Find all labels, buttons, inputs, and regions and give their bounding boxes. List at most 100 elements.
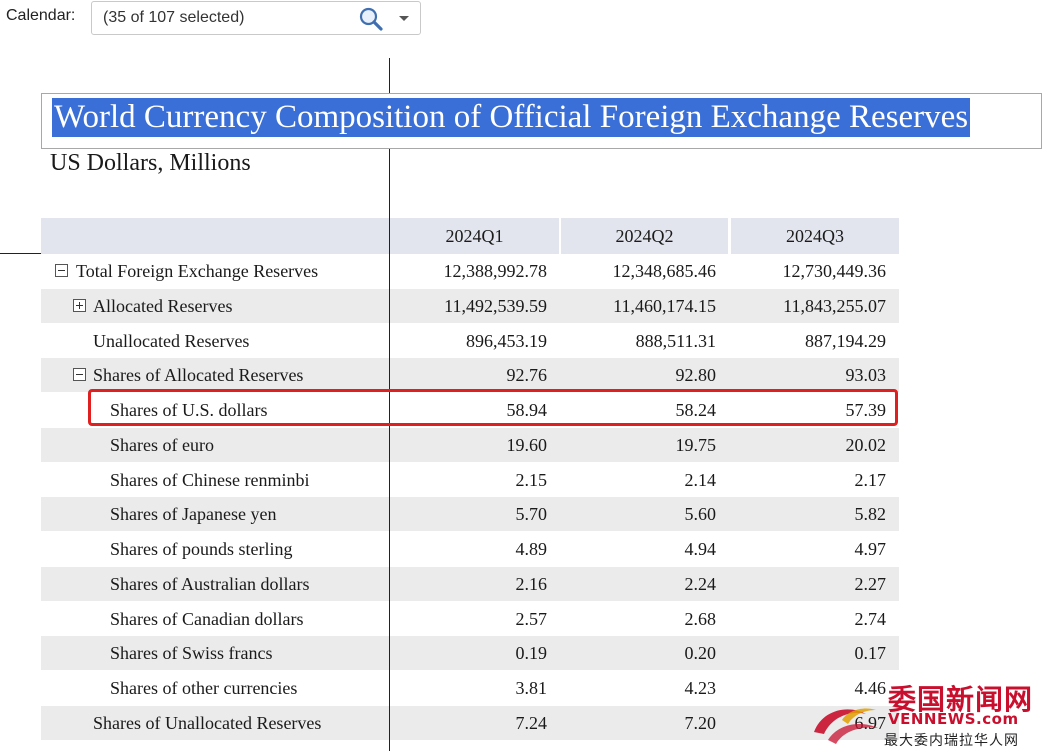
table-cell: 20.02 bbox=[845, 434, 887, 455]
value-cells: 4.89 4.94 4.97 bbox=[390, 532, 899, 567]
report-title-box: World Currency Composition of Official F… bbox=[41, 93, 1042, 149]
table-cell: 4.23 bbox=[684, 678, 717, 698]
calendar-select[interactable]: (35 of 107 selected) bbox=[91, 1, 421, 35]
watermark-url: VENNEWS.com bbox=[888, 710, 1019, 728]
row-header-cell: Allocated Reserves bbox=[41, 288, 389, 324]
row-label: Shares of other currencies bbox=[110, 678, 298, 698]
table-cell: 12,730,449.36 bbox=[782, 261, 887, 281]
row-label: Shares of Unallocated Reserves bbox=[93, 712, 322, 733]
table-cell: 0.17 bbox=[854, 643, 887, 664]
row-header-cell: Shares of Australian dollars bbox=[41, 566, 389, 602]
table-cell: 92.76 bbox=[506, 365, 548, 386]
table-row: Shares of Japanese yen 5.70 5.60 5.82 bbox=[41, 497, 899, 532]
table-row: Shares of Chinese renminbi 2.15 2.14 2.17 bbox=[41, 463, 899, 498]
calendar-selected-value: (35 of 107 selected) bbox=[103, 9, 245, 26]
row-header-cell: Unallocated Reserves bbox=[41, 324, 389, 359]
table-cell: 93.03 bbox=[845, 365, 887, 386]
table-cell: 2.16 bbox=[515, 573, 548, 594]
row-label: Shares of Chinese renminbi bbox=[110, 469, 310, 490]
table-row: Shares of other currencies 3.81 4.23 4.46 bbox=[41, 671, 899, 706]
row-header-cell: Shares of Canadian dollars bbox=[41, 602, 389, 637]
table-cell: 11,843,255.07 bbox=[783, 295, 886, 316]
table-cell: 887,194.29 bbox=[805, 330, 886, 351]
value-cells: 2.15 2.14 2.17 bbox=[390, 463, 899, 498]
row-header-cell: Shares of Swiss francs bbox=[41, 636, 389, 671]
row-label: Shares of euro bbox=[110, 434, 214, 455]
watermark-tagline: 最大委内瑞拉华人网 bbox=[884, 733, 1019, 749]
search-icon[interactable] bbox=[358, 6, 384, 32]
value-cells: 0.19 0.20 0.17 bbox=[390, 636, 899, 671]
table-row: Shares of Canadian dollars 2.57 2.68 2.74 bbox=[41, 602, 899, 637]
watermark-logo: 委国新闻网 VENNEWS.com 最大委内瑞拉华人网 bbox=[808, 676, 1050, 751]
value-cells: 19.60 19.75 20.02 bbox=[390, 427, 899, 463]
table-row: Shares of Australian dollars 2.16 2.24 2.27 bbox=[41, 566, 899, 602]
value-cells: 5.70 5.60 5.82 bbox=[390, 497, 899, 532]
table-cell: 2.27 bbox=[854, 573, 887, 594]
row-header-cell: Shares of Allocated Reserves bbox=[41, 358, 389, 393]
table-cell: 11,492,539.59 bbox=[444, 295, 547, 316]
column-header[interactable]: 2024Q2 bbox=[559, 218, 728, 254]
table-cell: 4.97 bbox=[854, 539, 887, 559]
table-cell: 2.17 bbox=[854, 469, 887, 490]
column-header[interactable]: 2024Q1 bbox=[390, 218, 559, 254]
table-cell: 11,460,174.15 bbox=[613, 295, 716, 316]
row-label: Shares of Australian dollars bbox=[110, 573, 310, 594]
table-row: Shares of Unallocated Reserves 7.24 7.20 6.… bbox=[41, 705, 899, 741]
table-cell: 2.14 bbox=[684, 469, 717, 490]
row-label: Shares of Canadian dollars bbox=[110, 608, 304, 629]
table-cell: 2.68 bbox=[684, 608, 717, 629]
row-header-cell: Shares of other currencies bbox=[41, 671, 389, 706]
table-body: Total Foreign Exchange Reserves 12,388,99… bbox=[41, 254, 899, 741]
row-label: Allocated Reserves bbox=[93, 295, 233, 316]
table-cell: 92.80 bbox=[675, 365, 717, 386]
calendar-label: Calendar: bbox=[6, 7, 76, 24]
row-header-cell: Shares of euro bbox=[41, 427, 389, 463]
table-cell: 5.60 bbox=[684, 504, 717, 525]
table-cell: 12,348,685.46 bbox=[612, 261, 717, 281]
row-label: Shares of Swiss francs bbox=[110, 643, 273, 664]
table-cell: 2.15 bbox=[515, 469, 548, 490]
value-cells: 11,492,539.59 11,460,174.15 11,843,255.07 bbox=[390, 288, 899, 324]
row-label: Total Foreign Exchange Reserves bbox=[76, 261, 319, 281]
value-cells: 896,453.19 888,511.31 887,194.29 bbox=[390, 324, 899, 359]
table-cell: 12,388,992.78 bbox=[443, 261, 548, 281]
expand-icon[interactable] bbox=[73, 298, 86, 312]
table-cell: 2.74 bbox=[854, 608, 887, 629]
table-row: Shares of pounds sterling 4.89 4.94 4.97 bbox=[41, 532, 899, 567]
value-cells: 2.16 2.24 2.27 bbox=[390, 566, 899, 602]
value-cells: 92.76 92.80 93.03 bbox=[390, 358, 899, 393]
table-row: Shares of Swiss francs 0.19 0.20 0.17 bbox=[41, 636, 899, 671]
table-cell: 5.82 bbox=[854, 504, 887, 525]
value-cells: 2.57 2.68 2.74 bbox=[390, 602, 899, 637]
row-header-cell: Shares of Japanese yen bbox=[41, 497, 389, 532]
swirl-logo-icon bbox=[814, 708, 878, 744]
column-header[interactable]: 2024Q3 bbox=[729, 218, 899, 254]
report-subtitle: US Dollars, Millions bbox=[50, 150, 251, 176]
table-cell: 19.60 bbox=[506, 434, 548, 455]
row-header-cell: Shares of Chinese renminbi bbox=[41, 463, 389, 498]
table-row: Total Foreign Exchange Reserves 12,388,99… bbox=[41, 254, 899, 289]
collapse-icon[interactable] bbox=[73, 368, 86, 382]
table-row: Unallocated Reserves 896,453.19 888,511.31… bbox=[41, 324, 899, 359]
table-cell: 888,511.31 bbox=[635, 330, 716, 351]
table-cell: 4.94 bbox=[684, 539, 717, 559]
annotation-highlight-box bbox=[88, 389, 898, 426]
column-header-row: 2024Q1 2024Q2 2024Q3 bbox=[41, 218, 899, 254]
table-cell: 0.20 bbox=[684, 643, 717, 664]
chevron-down-icon[interactable] bbox=[397, 11, 411, 25]
table-row: Shares of Allocated Reserves 92.76 92.80 93… bbox=[41, 358, 899, 393]
pivot-table: 2024Q1 2024Q2 2024Q3 Total Foreign Excha… bbox=[41, 218, 899, 741]
row-label: Shares of pounds sterling bbox=[110, 539, 293, 559]
value-cells: 12,388,992.78 12,348,685.46 12,730,449.36 bbox=[390, 254, 899, 289]
table-row: Shares of euro 19.60 19.75 20.02 bbox=[41, 427, 899, 463]
row-header-cell: Total Foreign Exchange Reserves bbox=[41, 254, 389, 289]
row-header-cell: Shares of Unallocated Reserves bbox=[41, 705, 389, 741]
table-cell: 2.57 bbox=[515, 608, 548, 629]
table-row: Allocated Reserves 11,492,539.59 11,460,17… bbox=[41, 288, 899, 324]
table-cell: 5.70 bbox=[515, 504, 548, 525]
collapse-icon[interactable] bbox=[55, 264, 68, 277]
table-cell: 3.81 bbox=[515, 678, 548, 698]
table-cell: 7.20 bbox=[684, 712, 717, 733]
row-label: Shares of Allocated Reserves bbox=[93, 365, 304, 386]
report-title[interactable]: World Currency Composition of Official F… bbox=[52, 98, 971, 137]
